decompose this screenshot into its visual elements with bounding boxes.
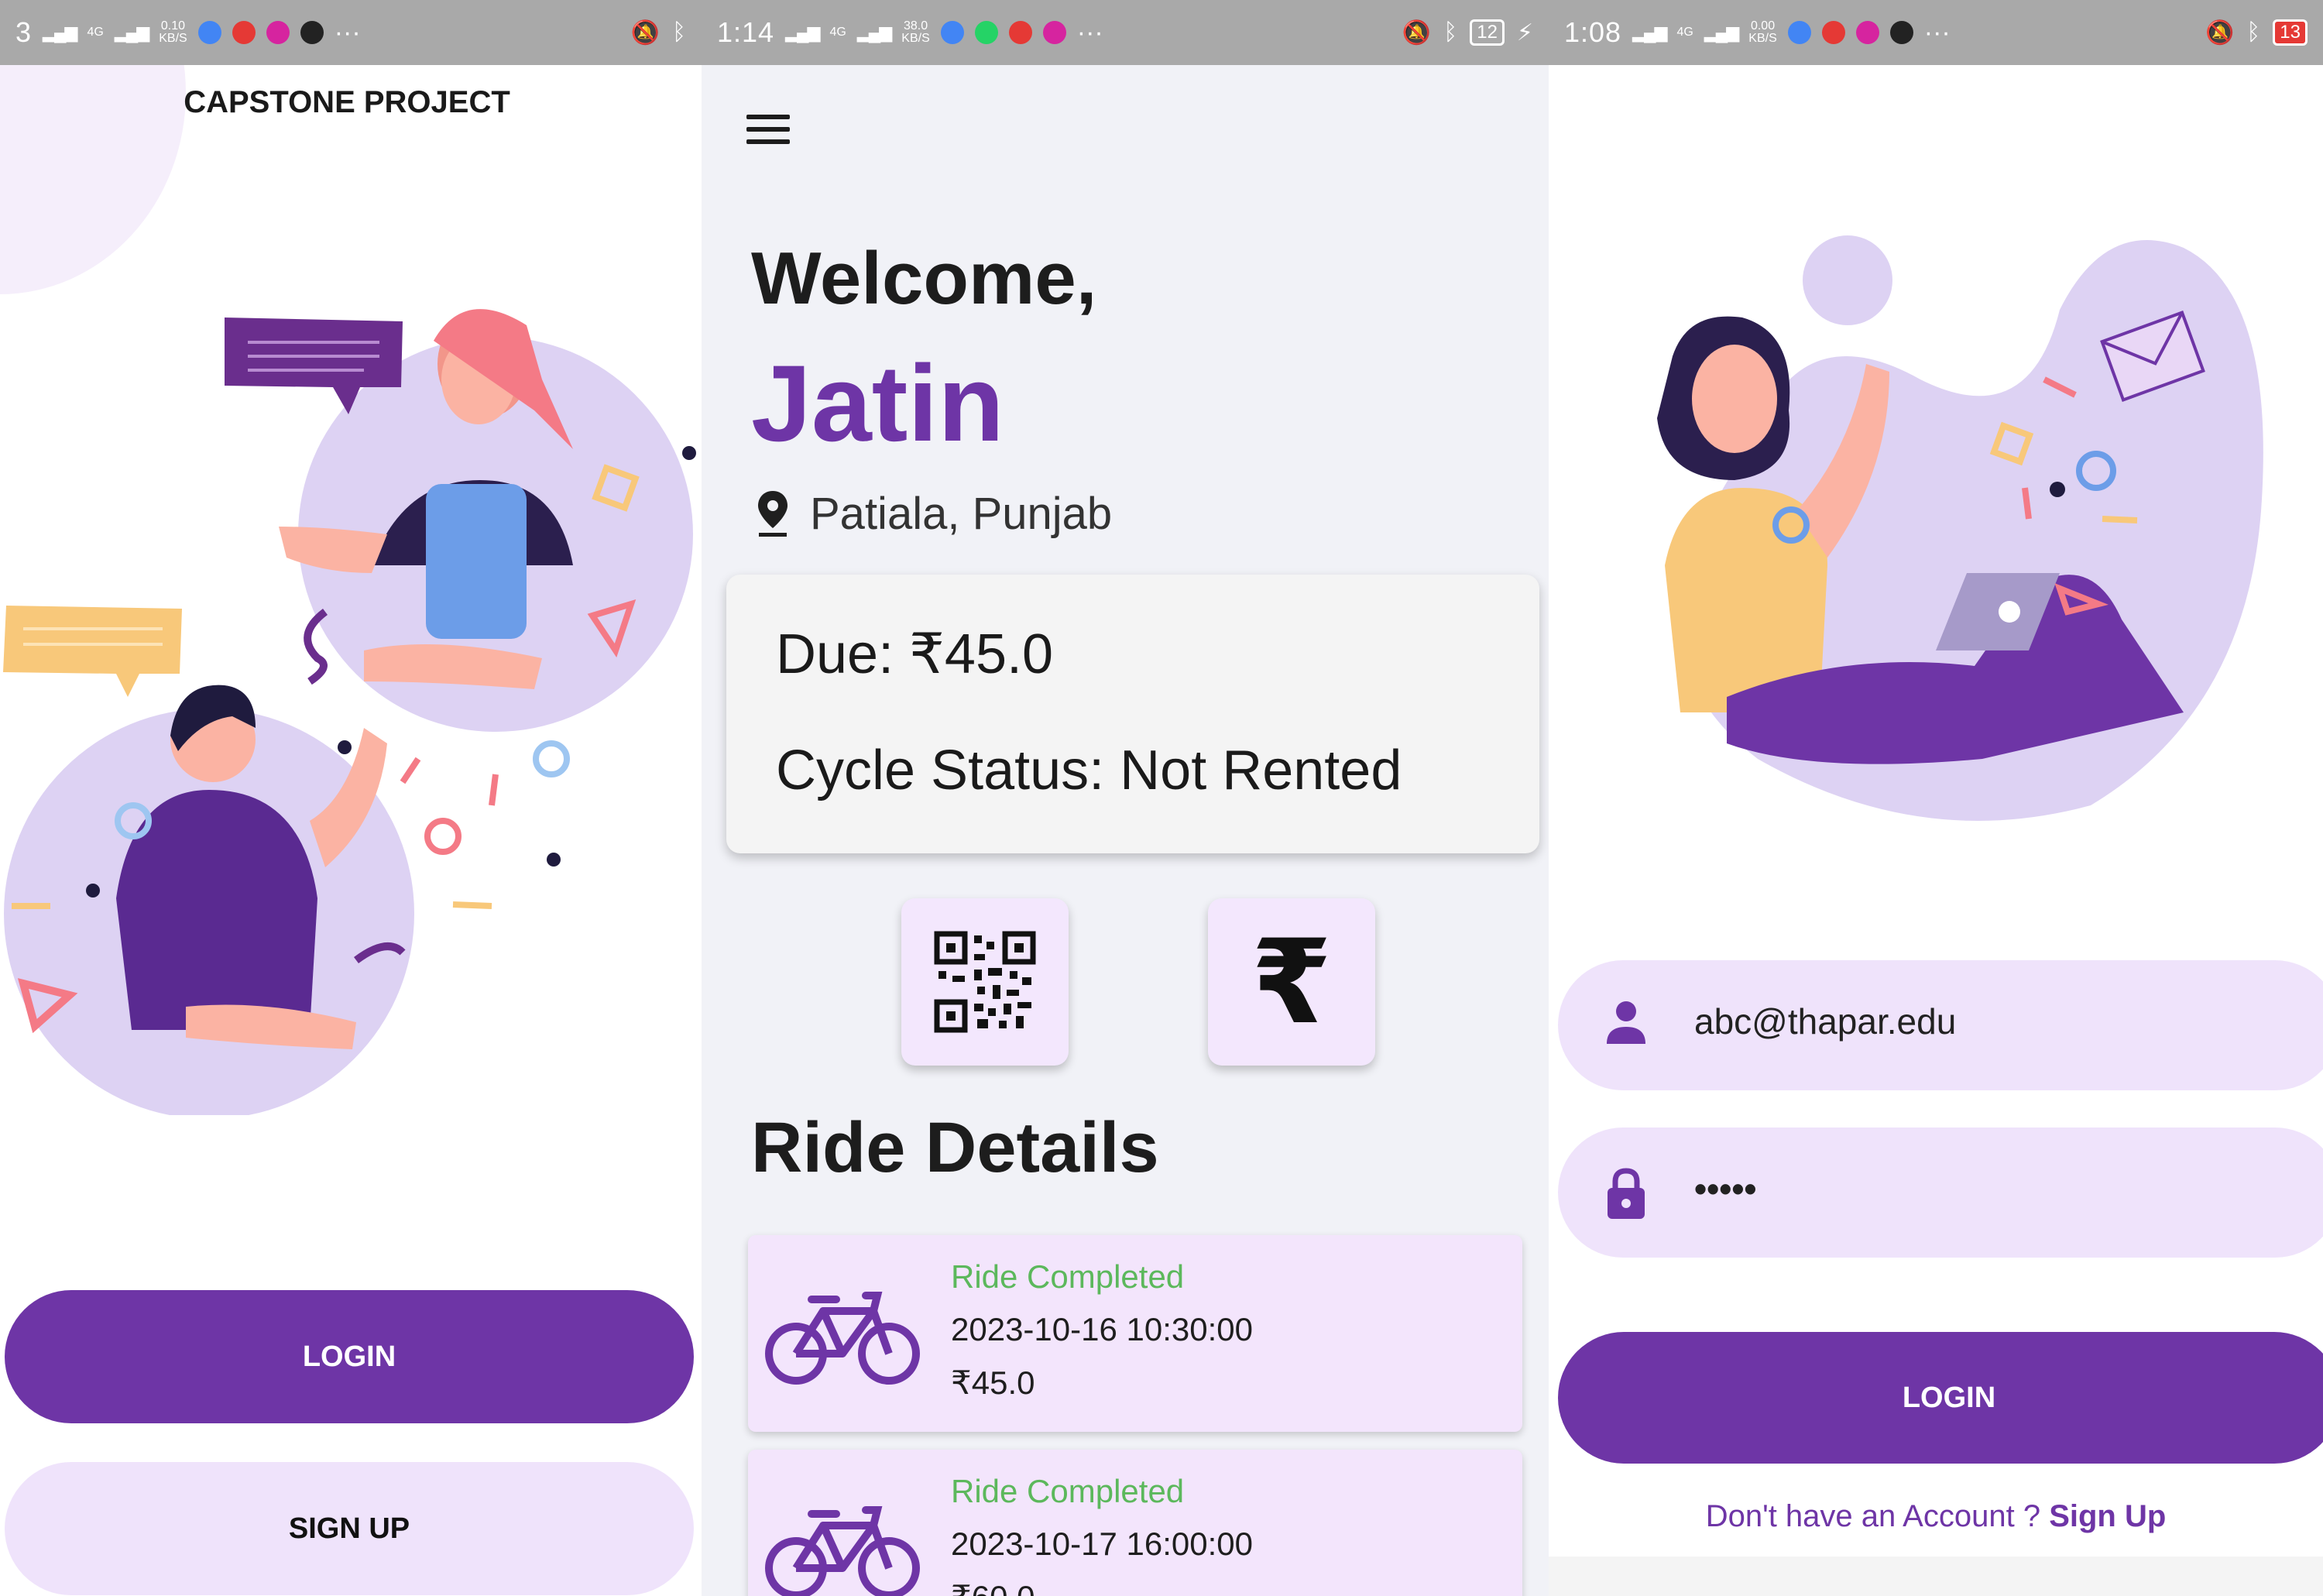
network-type: 4G <box>1676 26 1693 39</box>
status-time: 3 <box>15 16 33 48</box>
ride-item[interactable]: Ride Completed 2023-10-16 10:30:00 ₹45.0 <box>748 1235 1522 1432</box>
signal-icon: ▂▄▆ <box>114 22 149 42</box>
signal-icon: ▂▄▆ <box>1704 22 1739 42</box>
battery-icon: 12 <box>1470 19 1505 46</box>
due-amount: Due: ₹45.0 <box>776 623 1054 685</box>
user-name: Jatin <box>751 342 1004 464</box>
app-notification-icon <box>1821 21 1845 44</box>
people-illustration <box>3 309 696 1115</box>
cycle-status: Cycle Status: Not Rented <box>776 740 1402 801</box>
mute-icon: 🔕 <box>630 19 660 46</box>
whatsapp-icon <box>974 21 998 44</box>
user-icon <box>1607 1001 1645 1044</box>
bluetooth-icon: ᛒ <box>1443 19 1458 45</box>
mute-icon: 🔕 <box>1402 19 1432 46</box>
status-bar: 1:08 ▂▄▆ 4G ▂▄▆ 0.00 KB/S ··· 🔕 ᛒ 13 <box>1549 0 2323 65</box>
app-notification-icon <box>232 21 256 44</box>
signal-icon: ▂▄▆ <box>856 22 892 42</box>
app-notification-icon <box>940 21 964 44</box>
email-field[interactable]: abc@thapar.edu <box>1558 960 2323 1090</box>
ride-amount: ₹60.0 <box>951 1578 1035 1596</box>
password-field[interactable]: ••••• <box>1558 1127 2323 1258</box>
more-icon: ··· <box>334 17 361 47</box>
scan-qr-button[interactable] <box>901 898 1069 1066</box>
instagram-icon <box>1042 21 1066 44</box>
charging-icon: ⚡ <box>1516 19 1533 46</box>
network-type: 4G <box>87 26 104 39</box>
bicycle-icon <box>765 1292 920 1385</box>
app-notification-icon <box>1787 21 1811 44</box>
status-bar: 3 ▂▄▆ 4G ▂▄▆ 0.10 KB/S ··· 🔕 ᛒ <box>0 0 702 65</box>
login-button[interactable]: LOGIN <box>1558 1332 2323 1464</box>
network-type: 4G <box>829 26 846 39</box>
signal-icon: ▂▄▆ <box>1632 22 1667 42</box>
signup-prompt: Don't have an Account ? Sign Up <box>1549 1499 2323 1534</box>
password-value: ••••• <box>1694 1169 1757 1209</box>
navigation-bar <box>1549 1557 2323 1596</box>
app-notification-icon <box>300 21 324 44</box>
mute-icon: 🔕 <box>2205 19 2235 46</box>
signup-button[interactable]: SIGN UP <box>5 1462 694 1595</box>
rupee-icon: ₹ <box>1251 917 1333 1047</box>
menu-icon[interactable] <box>746 115 790 152</box>
bicycle-icon <box>765 1506 920 1596</box>
ride-item[interactable]: Ride Completed 2023-10-17 16:00:00 ₹60.0 <box>748 1450 1522 1596</box>
ride-amount: ₹45.0 <box>951 1364 1035 1401</box>
no-account-text: Don't have an Account ? <box>1705 1499 2041 1533</box>
battery-icon: 13 <box>2273 19 2308 46</box>
status-bar: 1:14 ▂▄▆ 4G ▂▄▆ 38.0 KB/S ··· 🔕 ᛒ 12 ⚡ <box>702 0 1549 65</box>
bluetooth-icon: ᛒ <box>2246 19 2261 45</box>
welcome-text: Welcome, <box>751 237 1097 320</box>
app-notification-icon <box>197 21 221 44</box>
app-title: CAPSTONE PROJECT <box>184 85 510 119</box>
section-title: Ride Details <box>751 1108 1159 1187</box>
ride-datetime: 2023-10-17 16:00:00 <box>951 1526 1253 1562</box>
app-notification-icon <box>1008 21 1032 44</box>
signal-icon: ▂▄▆ <box>43 22 77 42</box>
status-time: 1:14 <box>717 16 775 48</box>
location: Patiala, Punjab <box>756 488 1112 540</box>
ride-status: Ride Completed <box>951 1473 1185 1509</box>
ride-datetime: 2023-10-16 10:30:00 <box>951 1311 1253 1347</box>
signal-icon: ▂▄▆ <box>785 22 820 42</box>
app-notification-icon <box>1889 21 1913 44</box>
status-card: Due: ₹45.0 Cycle Status: Not Rented <box>726 575 1539 853</box>
laptop-illustration <box>1657 235 2263 821</box>
bluetooth-icon: ᛒ <box>672 19 686 45</box>
more-icon: ··· <box>1923 17 1951 47</box>
status-time: 1:08 <box>1564 16 1622 48</box>
landing-screen: 3 ▂▄▆ 4G ▂▄▆ 0.10 KB/S ··· 🔕 ᛒ CAPSTONE PR… <box>0 0 702 1596</box>
location-pin-icon <box>758 490 787 537</box>
login-screen: 1:08 ▂▄▆ 4G ▂▄▆ 0.00 KB/S ··· 🔕 ᛒ 13 abc… <box>1549 0 2323 1596</box>
data-speed: 0.00 KB/S <box>1748 19 1777 45</box>
instagram-icon <box>1855 21 1879 44</box>
payment-button[interactable]: ₹ <box>1208 898 1375 1066</box>
data-speed: 38.0 KB/S <box>901 19 930 45</box>
signup-link[interactable]: Sign Up <box>2049 1499 2166 1533</box>
location-text: Patiala, Punjab <box>810 489 1113 539</box>
instagram-icon <box>266 21 290 44</box>
more-icon: ··· <box>1076 17 1103 47</box>
ride-status: Ride Completed <box>951 1258 1185 1295</box>
data-speed: 0.10 KB/S <box>159 19 187 45</box>
lock-icon <box>1608 1168 1645 1219</box>
email-value: abc@thapar.edu <box>1694 1001 1957 1042</box>
login-button[interactable]: LOGIN <box>5 1290 694 1423</box>
qr-code-icon <box>934 931 1036 1033</box>
dashboard-screen: 1:14 ▂▄▆ 4G ▂▄▆ 38.0 KB/S ··· 🔕 ᛒ 12 ⚡ We… <box>702 0 1549 1596</box>
